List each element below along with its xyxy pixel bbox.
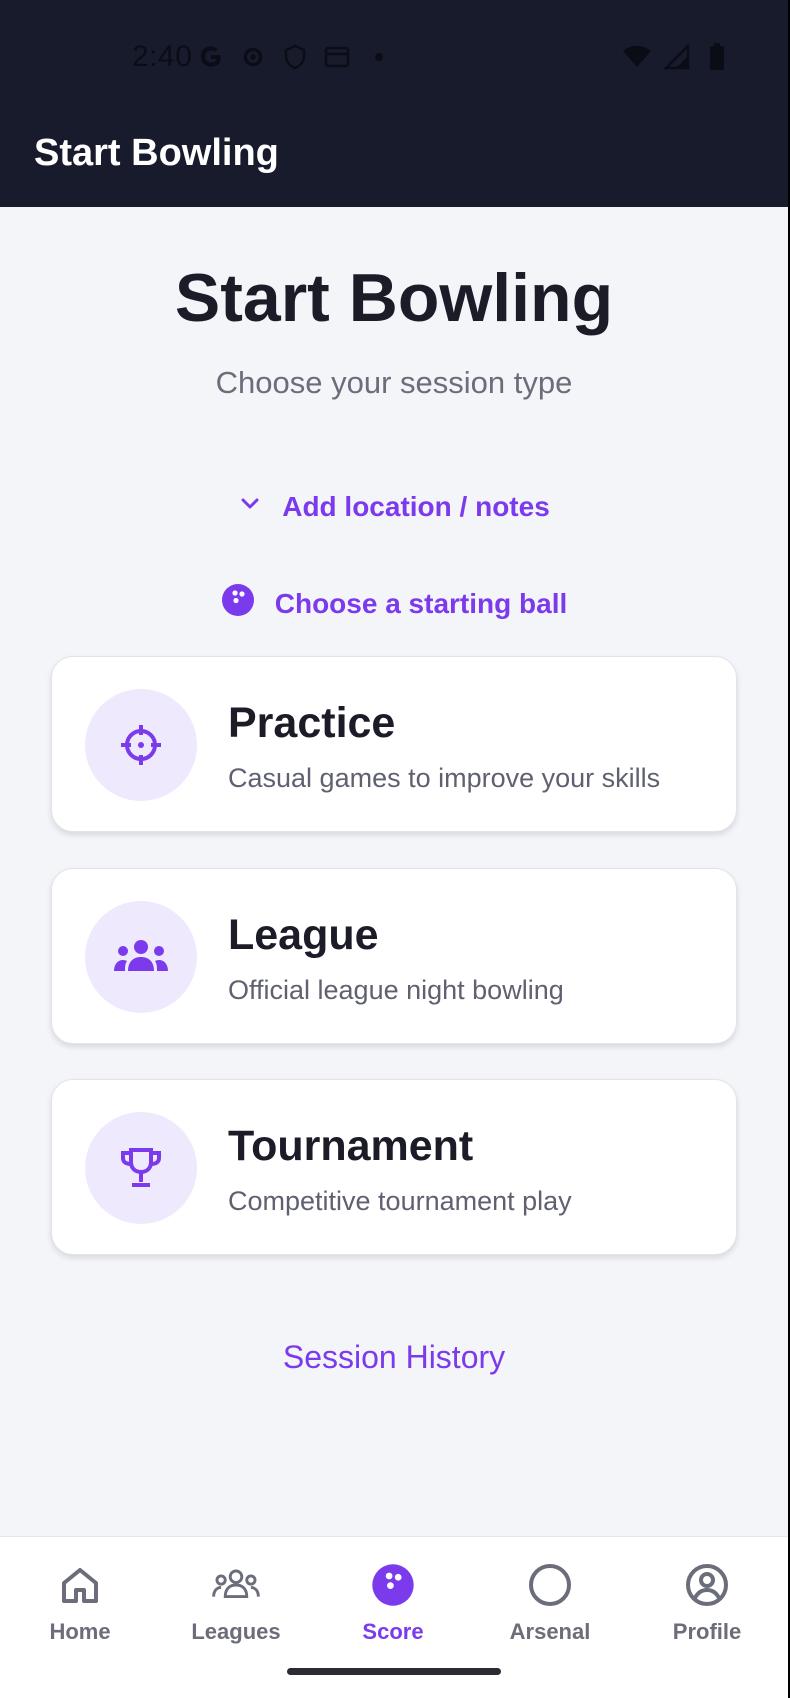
nav-label: Home bbox=[49, 1619, 111, 1644]
group-icon bbox=[85, 901, 197, 1013]
choose-starting-ball-label: Choose a starting ball bbox=[274, 587, 568, 619]
home-indicator bbox=[287, 1668, 501, 1675]
session-history-link[interactable]: Session History bbox=[0, 1339, 788, 1376]
phone-screen: 2:40 Start Bowling Start Bowling Choose … bbox=[0, 0, 788, 1698]
nav-item-profile[interactable]: Profile bbox=[637, 1561, 777, 1645]
nav-item-arsenal[interactable]: Arsenal bbox=[480, 1561, 620, 1645]
session-card-tournament[interactable]: Tournament Competitive tournament play bbox=[51, 1079, 737, 1255]
battery-icon bbox=[702, 42, 732, 72]
chevron-down-icon bbox=[238, 491, 262, 523]
profile-icon bbox=[683, 1561, 731, 1609]
status-icons-left bbox=[196, 42, 394, 72]
top-bar: 2:40 Start Bowling bbox=[0, 0, 788, 207]
session-card-league[interactable]: League Official league night bowling bbox=[51, 868, 737, 1044]
app-bar-title: Start Bowling bbox=[34, 132, 279, 174]
session-card-title: League bbox=[228, 911, 379, 959]
home-icon bbox=[56, 1561, 104, 1609]
gear-icon bbox=[238, 42, 268, 72]
nav-item-home[interactable]: Home bbox=[10, 1561, 150, 1645]
circle-icon bbox=[526, 1561, 574, 1609]
page-subtitle: Choose your session type bbox=[215, 365, 573, 400]
main-content: Start Bowling Choose your session type A… bbox=[0, 207, 788, 1537]
bowling-ball-icon bbox=[369, 1561, 417, 1609]
session-card-title: Practice bbox=[228, 699, 396, 747]
shield-icon bbox=[280, 42, 310, 72]
page-title: Start Bowling bbox=[174, 260, 614, 336]
add-location-notes-button[interactable]: Add location / notes bbox=[0, 491, 788, 523]
calendar-icon bbox=[322, 42, 352, 72]
dot-icon bbox=[364, 42, 394, 72]
session-card-title: Tournament bbox=[228, 1122, 474, 1170]
add-location-notes-label: Add location / notes bbox=[282, 491, 550, 522]
session-card-description: Casual games to improve your skills bbox=[228, 763, 661, 793]
session-card-description: Official league night bowling bbox=[228, 975, 564, 1005]
choose-starting-ball-button[interactable]: Choose a starting ball bbox=[0, 583, 788, 624]
status-bar: 2:40 bbox=[0, 0, 788, 116]
nav-item-leagues[interactable]: Leagues bbox=[166, 1561, 306, 1645]
status-time: 2:40 bbox=[132, 40, 193, 73]
nav-item-score[interactable]: Score bbox=[323, 1561, 463, 1645]
crosshair-icon bbox=[85, 689, 197, 801]
status-icons-right bbox=[622, 42, 732, 72]
nav-label: Profile bbox=[672, 1619, 742, 1644]
session-card-description: Competitive tournament play bbox=[228, 1186, 572, 1216]
bowling-ball-icon bbox=[221, 583, 255, 624]
wifi-icon bbox=[622, 42, 652, 72]
signal-icon bbox=[662, 42, 692, 72]
nav-label: Arsenal bbox=[509, 1619, 591, 1644]
session-card-practice[interactable]: Practice Casual games to improve your sk… bbox=[51, 656, 737, 832]
google-icon bbox=[196, 42, 226, 72]
trophy-icon bbox=[85, 1112, 197, 1224]
nav-label: Leagues bbox=[191, 1619, 281, 1644]
leagues-icon bbox=[212, 1561, 260, 1609]
nav-label: Score bbox=[362, 1619, 424, 1644]
